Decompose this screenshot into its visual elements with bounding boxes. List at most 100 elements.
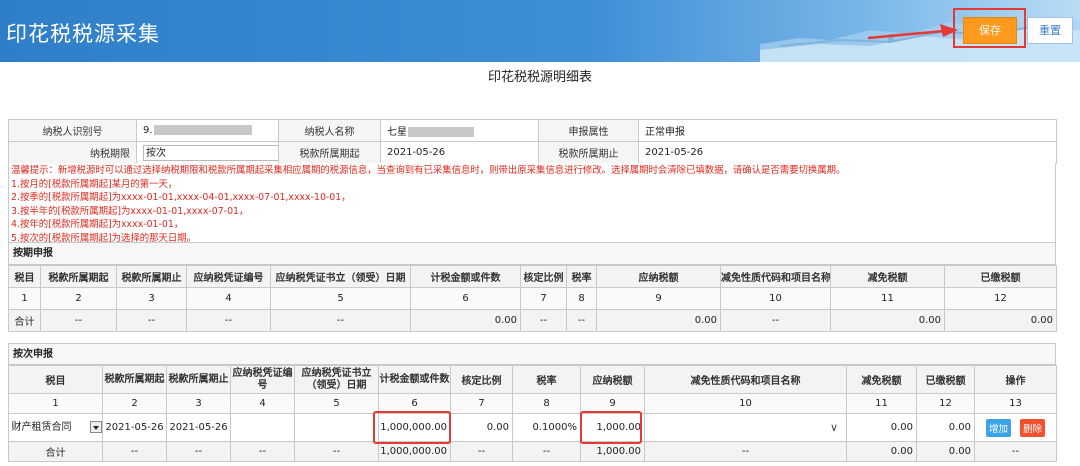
col-header: 减免税额 [846,365,917,394]
total-tax-payable: 0.00 [596,309,721,332]
total-amount: 0.00 [410,309,521,332]
col-header: 应纳税凭证书立（领受）日期 [294,365,379,394]
col-number: 9 [596,287,721,310]
table-row: 财产租赁合同 2021-05-26 2021-05-26 1,000,000.0… [8,413,1057,442]
col-number: 7 [520,287,567,310]
total-amount: 1,000,000.00 [378,441,451,462]
tax-period-label: 纳税期限 [8,141,137,164]
redacted-block [408,127,474,137]
app-title: 印花税税源采集 [6,22,160,46]
col-header: 税目 [8,265,41,288]
tax-item-cell: 财产租赁合同 [8,413,103,442]
actions-cell: 增加 删除 [974,413,1057,442]
col-number: 2 [102,393,167,414]
redacted-block [153,125,252,135]
tips-line: 温馨提示：新增税源时可以通过选择纳税期限和税款所属期起采集相应属期的税源信息，当… [11,165,846,176]
total-cell: -- [116,309,187,332]
paid-amount-input[interactable]: 0.00 [916,413,975,442]
col-header: 核定比例 [520,265,567,288]
col-number: 12 [916,393,975,414]
tax-payable-highlight-frame [580,411,642,444]
period-end-cell[interactable]: 2021-05-26 [166,413,231,442]
period-start-label: 税款所属期起 [278,141,381,164]
tips-line: 4.按年的[税款所属期起]为xxxx-01-01， [11,219,184,230]
taxpayer-name-value: 七星 [380,119,539,142]
col-number: 4 [230,393,295,414]
period-start-value[interactable]: 2021-05-26 [380,141,539,164]
total-cell: -- [166,441,231,462]
col-header: 减免性质代码和项目名称 [644,365,847,394]
total-cell: -- [720,309,831,332]
total-cell: -- [512,441,581,462]
col-header: 减免性质代码和项目名称 [720,265,831,288]
total-row: 合计 -- -- -- -- 1,000,000.00 -- -- 1,000.… [8,441,1057,462]
col-header: 计税金额或件数 [410,265,521,288]
col-header: 应纳税凭证编号 [186,265,271,288]
chevron-down-icon[interactable]: ∨ [830,421,838,434]
col-header: 核定比例 [450,365,513,394]
total-label: 合计 [8,309,41,332]
col-number: 3 [116,287,187,310]
period-end-label: 税款所属期止 [538,141,639,164]
col-header: 税款所属期止 [166,365,231,394]
col-number: 11 [830,287,945,310]
total-cell: -- [40,309,117,332]
col-header: 已缴税额 [916,365,975,394]
voucher-no-input[interactable] [230,413,295,442]
voucher-date-input[interactable] [294,413,379,442]
per-time-table: 税目 税款所属期起 税款所属期止 应纳税凭证编号 应纳税凭证书立（领受）日期 计… [8,365,1057,462]
total-cell: -- [294,441,379,462]
periodic-section-title: 按期申报 [8,243,1056,265]
warning-tips: 温馨提示：新增税源时可以通过选择纳税期限和税款所属期起采集相应属期的税源信息，当… [8,163,1056,244]
save-button[interactable]: 保存 [963,17,1017,44]
reset-button[interactable]: 重置 [1027,17,1073,44]
col-header: 已缴税额 [944,265,1057,288]
header-bar: 印花税税源采集 保存 重置 [0,0,1080,62]
col-number: 10 [644,393,847,414]
col-number: 1 [8,393,103,414]
col-header: 应纳税额 [580,365,645,394]
ratio-cell: 0.00 [450,413,513,442]
exempt-code-select[interactable]: ∨ [644,413,847,442]
col-number: 13 [974,393,1057,414]
col-number: 2 [40,287,117,310]
tips-line: 2.按季的[税款所属期起]为xxxx-01-01,xxxx-04-01,xxxx… [11,192,351,203]
taxpayer-id-label: 纳税人识别号 [8,119,137,142]
total-row: 合计 -- -- -- -- 0.00 -- -- 0.00 -- 0.00 0… [8,309,1057,332]
taxpayer-info-table: 纳税人识别号 9. 纳税人名称 七星 申报属性 正常申报 纳税期限 按次 税款所… [8,119,1057,164]
delete-row-button[interactable]: 删除 [1020,418,1046,437]
tax-period-select[interactable]: 按次 [143,144,278,161]
taxpayer-id-value: 9. [136,119,279,142]
tax-item-select[interactable]: 财产租赁合同 [10,420,102,436]
total-label: 合计 [8,441,103,462]
tips-line: 3.按半年的[税款所属期起]为xxxx-01-01,xxxx-07-01， [11,205,249,217]
page-title: 印花税税源明细表 [487,70,592,85]
col-number: 5 [270,287,411,310]
total-cell: -- [186,309,271,332]
col-number: 12 [944,287,1057,310]
col-number: 11 [846,393,917,414]
col-number: 6 [410,287,521,310]
col-header: 税款所属期起 [40,265,117,288]
total-cell: -- [974,441,1057,462]
exempt-amount-input[interactable]: 0.00 [846,413,917,442]
col-header: 税率 [512,365,581,394]
period-start-cell[interactable]: 2021-05-26 [102,413,167,442]
col-header: 计税金额或件数 [378,365,451,394]
per-time-section-title: 按次申报 [8,343,1056,365]
total-cell: -- [566,309,597,332]
total-cell: -- [520,309,567,332]
col-header: 操作 [974,365,1057,394]
add-row-button[interactable]: 增加 [985,418,1011,437]
col-number: 7 [450,393,513,414]
col-header: 应纳税凭证书立（领受）日期 [270,265,411,288]
total-tax-payable: 1,000.00 [580,441,645,462]
col-number: 4 [186,287,271,310]
total-cell: -- [450,441,513,462]
tax-period-cell: 按次 [136,141,279,164]
total-paid: 0.00 [944,309,1057,332]
annotation-arrow-icon [868,24,958,40]
report-attr-label: 申报属性 [538,119,639,142]
period-end-value: 2021-05-26 [638,141,1057,164]
chevron-down-icon[interactable] [89,420,102,433]
